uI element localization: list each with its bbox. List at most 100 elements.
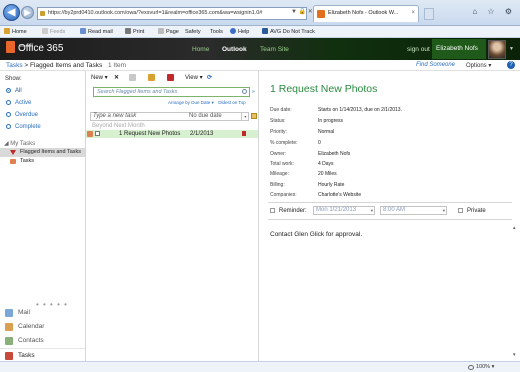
new-task-input[interactable]: Type a new task No due date ▾ xyxy=(90,112,249,121)
module-tasks[interactable]: Tasks xyxy=(0,348,85,362)
read-mail-command[interactable]: Read mail xyxy=(80,26,113,38)
module-calendar[interactable]: Calendar xyxy=(0,320,85,334)
avg-icon xyxy=(262,28,268,34)
task-complete-checkbox[interactable] xyxy=(95,131,100,136)
prop-value: Charlotte's Website xyxy=(318,192,362,198)
new-tab-button[interactable] xyxy=(424,8,434,20)
search-icon[interactable] xyxy=(242,89,247,94)
chevron-down-icon[interactable]: ▼ xyxy=(509,46,514,52)
flag-icon xyxy=(10,150,16,155)
task-icon xyxy=(10,159,16,164)
new-button[interactable]: New ▾ xyxy=(91,74,108,81)
nav-outlook[interactable]: Outlook xyxy=(222,46,247,53)
options-menu[interactable]: Options ▾ xyxy=(466,62,491,69)
address-bar-icons[interactable]: ▼ 🔒 ✕ xyxy=(291,8,313,15)
breadcrumb-current: Flagged Items and Tasks xyxy=(30,62,103,69)
forward-button[interactable]: ▶ xyxy=(21,6,34,19)
reminder-checkbox[interactable] xyxy=(270,208,275,213)
chevron-down-icon[interactable]: » xyxy=(252,89,255,95)
sub-header: Tasks > Flagged Items and Tasks 1 Item F… xyxy=(0,60,520,71)
divider xyxy=(268,219,512,220)
nav-home[interactable]: Home xyxy=(192,46,209,53)
office365-logo[interactable]: Microsoft Office 365 xyxy=(6,41,63,57)
browser-toolbar: ◀ ▶ https://by2prd0410.outlook.com/owa/?… xyxy=(0,0,520,26)
folder-tasks[interactable]: Tasks xyxy=(0,157,85,166)
feeds-command[interactable]: Feeds xyxy=(42,26,65,38)
move-icon[interactable] xyxy=(129,74,136,81)
scroll-down-icon[interactable]: ▼ xyxy=(512,352,516,357)
find-someone-link[interactable]: Find Someone xyxy=(416,62,455,68)
arrange-by-menu[interactable]: Arrange by Due Date ▾ xyxy=(168,100,214,106)
reminder-date-field[interactable]: Mon 1/21/2013 ▾ xyxy=(313,206,375,215)
sign-out-link[interactable]: sign out xyxy=(407,46,430,53)
chevron-down-icon[interactable]: ▾ xyxy=(241,113,248,120)
prop-label: Status: xyxy=(270,118,286,124)
add-task-icon[interactable] xyxy=(251,113,257,119)
help-icon[interactable]: ? xyxy=(507,61,515,69)
sort-order-toggle[interactable]: Oldest on Top xyxy=(218,100,246,105)
prop-value: 0 xyxy=(318,140,321,146)
filter-overdue[interactable]: Overdue xyxy=(6,112,38,118)
scroll-up-icon[interactable]: ▲ xyxy=(512,225,516,230)
prop-value: Normal xyxy=(318,129,335,135)
zoom-level[interactable]: 100% ▾ xyxy=(476,364,494,370)
prop-value: In progress xyxy=(318,118,344,124)
tasks-icon xyxy=(5,352,13,360)
filter-complete[interactable]: Complete xyxy=(6,124,41,130)
private-toggle[interactable]: Private xyxy=(458,208,486,214)
feeds-icon xyxy=(42,28,48,34)
browser-right-icons[interactable]: ⌂ ☆ ⚙ xyxy=(472,7,516,16)
delete-icon[interactable]: ✕ xyxy=(114,74,119,81)
reminder-toggle[interactable]: Reminder: xyxy=(270,208,307,214)
contacts-icon xyxy=(5,337,13,345)
zoom-icon[interactable] xyxy=(468,365,474,370)
chevron-down-icon[interactable]: ▾ xyxy=(371,207,373,214)
module-mail[interactable]: Mail xyxy=(0,306,85,320)
page-icon xyxy=(158,28,164,34)
categorize-icon[interactable] xyxy=(148,74,155,81)
chevron-down-icon[interactable]: ▾ xyxy=(443,207,445,214)
task-title: 1 Request New Photos xyxy=(270,83,378,95)
filter-all[interactable]: All xyxy=(6,88,22,94)
office-logo-icon xyxy=(6,41,15,53)
address-bar[interactable]: https://by2prd0410.outlook.com/owa/?exsv… xyxy=(37,7,307,20)
safety-command[interactable]: Safety xyxy=(185,26,201,38)
breadcrumb-tasks[interactable]: Tasks xyxy=(6,62,23,69)
user-name[interactable]: Elizabeth Nofs xyxy=(432,39,486,59)
browser-tab-outlook[interactable]: Elizabeth Nofs - Outlook W... × xyxy=(313,5,419,22)
calendar-icon xyxy=(5,323,13,331)
prop-label: Owner: xyxy=(270,151,287,157)
page-command[interactable]: Page xyxy=(158,26,179,38)
prop-value: 4 Days xyxy=(318,161,334,167)
new-task-due-date[interactable]: No due date xyxy=(189,113,222,120)
nav-team-site[interactable]: Team Site xyxy=(260,46,289,53)
private-checkbox[interactable] xyxy=(458,208,463,213)
prop-value: Hourly Rate xyxy=(318,182,345,188)
task-name: 1 Request New Photos xyxy=(119,131,181,137)
reminder-time-field[interactable]: 8:00 AM ▾ xyxy=(380,206,447,215)
my-tasks-header[interactable]: ◢ My Tasks xyxy=(4,140,35,147)
view-menu[interactable]: View ▾ xyxy=(185,74,203,81)
tools-command[interactable]: Tools xyxy=(210,26,223,38)
flag-icon[interactable] xyxy=(242,131,246,136)
avatar[interactable] xyxy=(488,40,506,59)
avg-command[interactable]: AVG Do Not Track xyxy=(262,26,315,38)
folder-flagged-items[interactable]: Flagged Items and Tasks xyxy=(0,148,85,157)
home-command[interactable]: Home xyxy=(4,26,27,38)
module-contacts[interactable]: Contacts xyxy=(0,334,85,348)
flag-icon[interactable] xyxy=(167,74,174,81)
search-input[interactable]: Search Flagged Items and Tasks xyxy=(93,87,250,97)
table-row[interactable]: 1 Request New Photos 2/1/2013 xyxy=(86,130,258,138)
task-icon xyxy=(87,131,93,137)
home-icon xyxy=(4,28,10,34)
filter-active[interactable]: Active xyxy=(6,100,31,106)
task-due-date: 2/1/2013 xyxy=(190,131,214,137)
print-command[interactable]: Print xyxy=(125,26,144,38)
back-button[interactable]: ◀ xyxy=(3,4,20,21)
tab-close-icon[interactable]: × xyxy=(411,6,415,21)
prop-label: Due date: xyxy=(270,107,292,113)
refresh-icon[interactable]: ⟳ xyxy=(207,74,212,81)
prop-label: Priority: xyxy=(270,129,287,135)
office-icon xyxy=(317,10,325,18)
help-command[interactable]: Help xyxy=(230,26,249,38)
